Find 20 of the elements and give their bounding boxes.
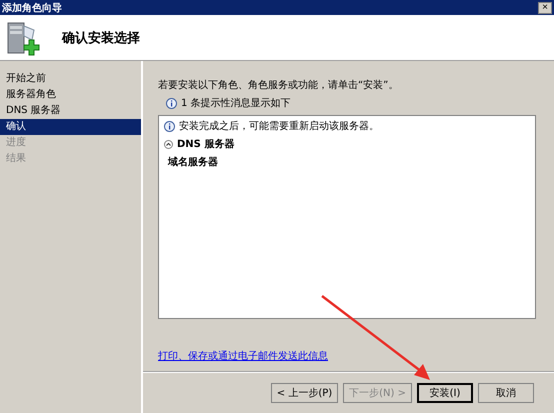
message-text: 安装完成之后，可能需要重新启动该服务器。 [179,120,379,133]
info-icon [164,120,175,132]
sidebar-item[interactable]: 开始之前 [0,71,141,87]
collapse-icon[interactable] [164,140,173,148]
wizard-button[interactable]: < 上一步(P) [270,383,338,403]
page-title: 确认安装选择 [62,30,140,46]
sidebar-item[interactable]: DNS 服务器 [0,103,141,119]
close-button[interactable]: × [538,2,552,14]
window-title: 添加角色向导 [2,2,62,14]
notice-text: 1 条提示性消息显示如下 [181,96,291,110]
intro-text: 若要安装以下角色、角色服务或功能，请单击“安装”。 [158,78,400,92]
sidebar-item[interactable]: 服务器角色 [0,87,141,103]
group-title: DNS 服务器 [177,138,234,151]
wizard-button[interactable]: 取消 [478,383,534,403]
role-service: 域名服务器 [166,156,219,169]
wizard-button[interactable]: 安装(I) [417,383,473,403]
server-add-icon [6,20,42,56]
info-icon [166,98,177,108]
print-link[interactable]: 打印、保存或通过电子邮件发送此信息 [158,349,328,363]
sidebar-item[interactable]: 确认 [0,119,141,135]
